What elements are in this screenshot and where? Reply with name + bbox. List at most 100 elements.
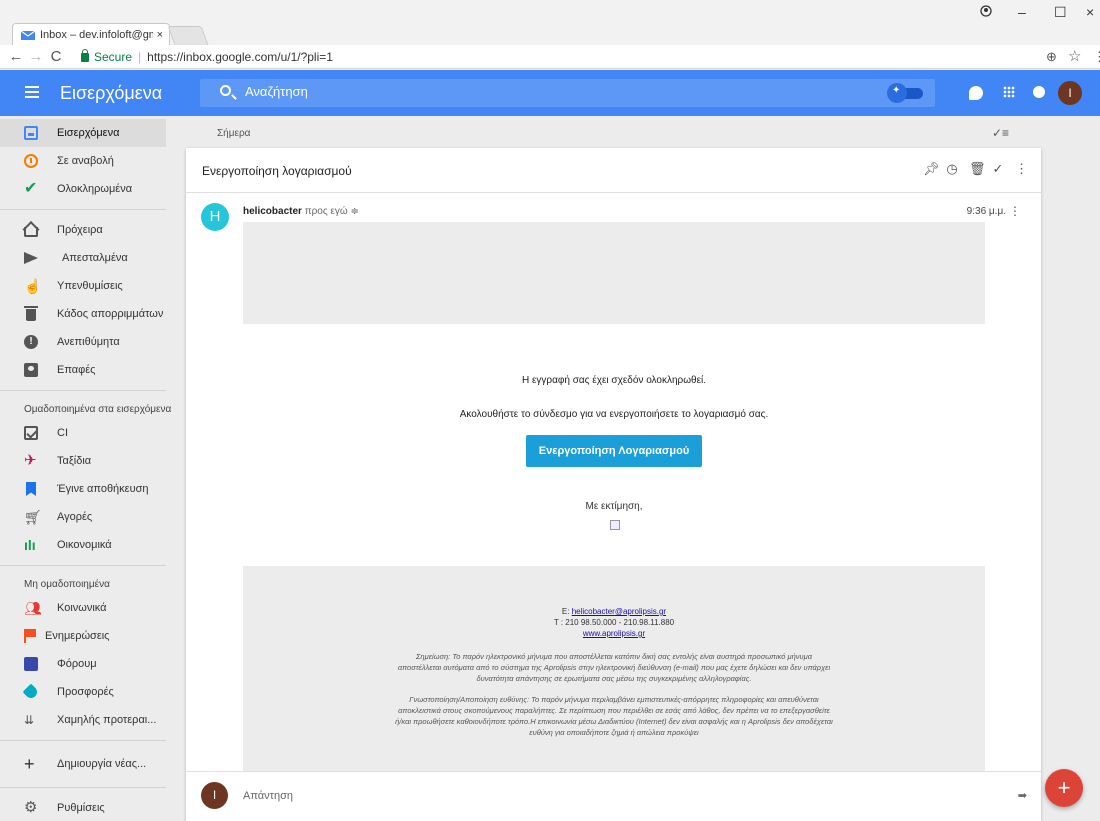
sidebar-item-trash[interactable]: Κάδος απορριμμάτων [0,300,172,328]
sidebar-item-spam[interactable]: ! Ανεπιθύμητα [0,328,172,356]
message-more-icon[interactable]: ⋮ [1009,204,1021,218]
compose-fab-button[interactable]: + [1045,769,1083,807]
sidebar-item-social[interactable]: 👥︎ Κοινωνικά [0,594,172,622]
pin-icon[interactable]: 📌︎ [923,162,940,176]
footer-disclaimer: Γνωστοποίηση/Αποποίηση ευθύνης: Το παρόν… [395,695,833,737]
sidebar-item-label: Δημιουργία νέας... [57,758,147,770]
footer-phone: T : 210 98.50.000 - 210.98.11.880 [553,618,675,627]
sidebar-item-snoozed[interactable]: Σε αναβολή [0,147,172,175]
flag-icon [24,629,36,643]
sidebar-item-purchases[interactable]: 🛒︎ Αγορές [0,503,172,531]
body-line-1: Η εγγραφή σας έχει σχεδόν ολοκληρωθεί. [521,375,707,386]
profile-icon[interactable] [980,4,992,20]
back-arrow-icon[interactable]: ← [6,48,26,65]
footer-email-line: E: helicobacter@aprolipsis.gr [243,606,985,617]
ci-icon [24,426,38,440]
sidebar-divider [0,565,166,566]
page-title: Εισερχόμενα [60,83,163,103]
sidebar-item-reminders[interactable]: ☝ Υπενθυμίσεις [0,272,172,300]
spam-icon: ! [24,335,38,349]
sidebar-item-inbox[interactable]: Εισερχόμενα [0,119,166,147]
forum-icon [24,657,38,671]
unbundled-section-title: Μη ομαδοποιημένα [24,579,110,590]
message-card: Ενεργοποίηση λογαριασμού 📌︎ ◷ 🗑︎ ✓ ⋮ H h… [186,148,1041,821]
hangouts-icon[interactable] [969,86,983,100]
trash-icon[interactable]: 🗑︎ [969,162,986,176]
sidebar-item-label: Έγινε αποθήκευση [57,483,149,495]
body-line-2: Ακολουθήστε το σύνδεσμο για να ενεργοποι… [459,409,769,420]
search-input[interactable] [245,84,845,99]
finance-icon: ılı [24,537,36,553]
sidebar-item-sent[interactable]: Απεσταλμένα [0,244,172,272]
sender-line[interactable]: helicobacter προς εγώ ≑ [243,206,359,217]
sidebar-item-label: Προσφορές [57,686,114,698]
bookmark-icon [26,482,36,496]
sidebar-item-finance[interactable]: ılı Οικονομικά [0,531,172,559]
email-banner [243,222,985,324]
chevron-down-icon[interactable]: ≑ [351,206,359,217]
reload-icon[interactable]: C [46,48,66,65]
done-check-icon[interactable]: ✓ [992,162,1004,176]
sidebar-item-settings[interactable]: ⚙ Ρυθμίσεις [0,794,172,821]
sidebar-item-label: Κοινωνικά [57,602,107,614]
footer-email-link[interactable]: helicobacter@aprolipsis.gr [572,607,666,616]
maximize-button[interactable]: ☐ [1054,4,1067,21]
sidebar-item-label: Κάδος απορριμμάτων [57,308,164,320]
reply-bar[interactable]: I Απάντηση ➡ [186,771,1041,821]
message-actions: 📌︎ ◷ 🗑︎ ✓ ⋮ [923,162,1028,176]
sidebar-item-updates[interactable]: Ενημερώσεις [0,622,172,650]
bookmark-star-icon[interactable]: ☆ [1068,47,1081,65]
notifications-icon[interactable] [1033,86,1045,98]
cart-icon: 🛒︎ [24,509,42,525]
activate-account-button[interactable]: Ενεργοποίηση Λογαριασμού [526,435,702,467]
sidebar-item-low-priority[interactable]: ⇊ Χαμηλής προτεραι... [0,706,172,734]
sidebar: Εισερχόμενα Σε αναβολή ✔ Ολοκληρωμένα Πρ… [0,116,172,821]
search-bar[interactable] [200,79,935,107]
menu-icon[interactable] [25,86,39,98]
sidebar-item-create[interactable]: + Δημιουργία νέας... [0,747,172,781]
social-icon: 👥︎ [24,600,42,616]
sidebar-item-trips[interactable]: ✈ Ταξίδια [0,447,172,475]
sidebar-item-saved[interactable]: Έγινε αποθήκευση [0,475,172,503]
more-options-icon[interactable]: ⋮ [1015,162,1028,176]
url-text[interactable]: https://inbox.google.com/u/1/?pli=1 [147,50,333,64]
reply-placeholder[interactable]: Απάντηση [243,790,293,802]
gear-icon: ⚙ [24,799,38,816]
new-tab-button[interactable] [167,26,209,45]
window-close-button[interactable]: × [1086,4,1094,20]
tag-icon [22,683,40,701]
footer-website-link[interactable]: www.aprolipsis.gr [583,629,645,638]
zoom-icon[interactable]: ⊕ [1046,49,1057,65]
trash-icon [24,306,38,321]
apps-grid-icon[interactable] [1003,86,1015,98]
sidebar-item-done[interactable]: ✔ Ολοκληρωμένα [0,175,172,203]
sweep-icon[interactable]: ✓≡ [992,126,1009,140]
forward-arrow-icon[interactable]: → [26,48,46,65]
sidebar-item-drafts[interactable]: Πρόχειρα [0,216,172,244]
sidebar-item-promos[interactable]: Προσφορές [0,678,172,706]
forward-arrow-icon[interactable]: ➡ [1018,789,1027,802]
sidebar-divider [0,390,166,391]
inbox-icon [24,126,38,140]
snooze-icon[interactable]: ◷ [946,162,958,176]
pin-icon [887,83,907,103]
sender-avatar: H [201,203,229,231]
address-bar[interactable]: Secure | https://inbox.google.com/u/1/?p… [81,47,1067,67]
message-subject: Ενεργοποίηση λογαριασμού [202,164,352,178]
browser-tab[interactable]: Inbox – dev.infoloft@gm × [12,23,170,45]
bundled-section-title: Ομαδοποιημένα στα εισερχόμενα [24,404,172,415]
broken-image-icon [610,520,620,530]
sidebar-item-contacts[interactable]: Επαφές [0,356,172,384]
sidebar-item-label: Επαφές [57,364,96,376]
plus-icon: + [24,754,35,774]
sidebar-item-ci[interactable]: CI [0,419,172,447]
low-priority-icon: ⇊ [24,713,35,727]
account-avatar[interactable]: I [1058,81,1082,105]
minimize-button[interactable]: – [1018,4,1026,20]
sidebar-divider [0,787,166,788]
sidebar-item-label: Εισερχόμενα [57,127,120,139]
sidebar-item-forums[interactable]: Φόρουμ [0,650,172,678]
pin-toggle[interactable] [887,83,923,103]
tab-close-icon[interactable]: × [157,29,163,41]
browser-menu-icon[interactable]: ⋮ [1093,49,1100,65]
